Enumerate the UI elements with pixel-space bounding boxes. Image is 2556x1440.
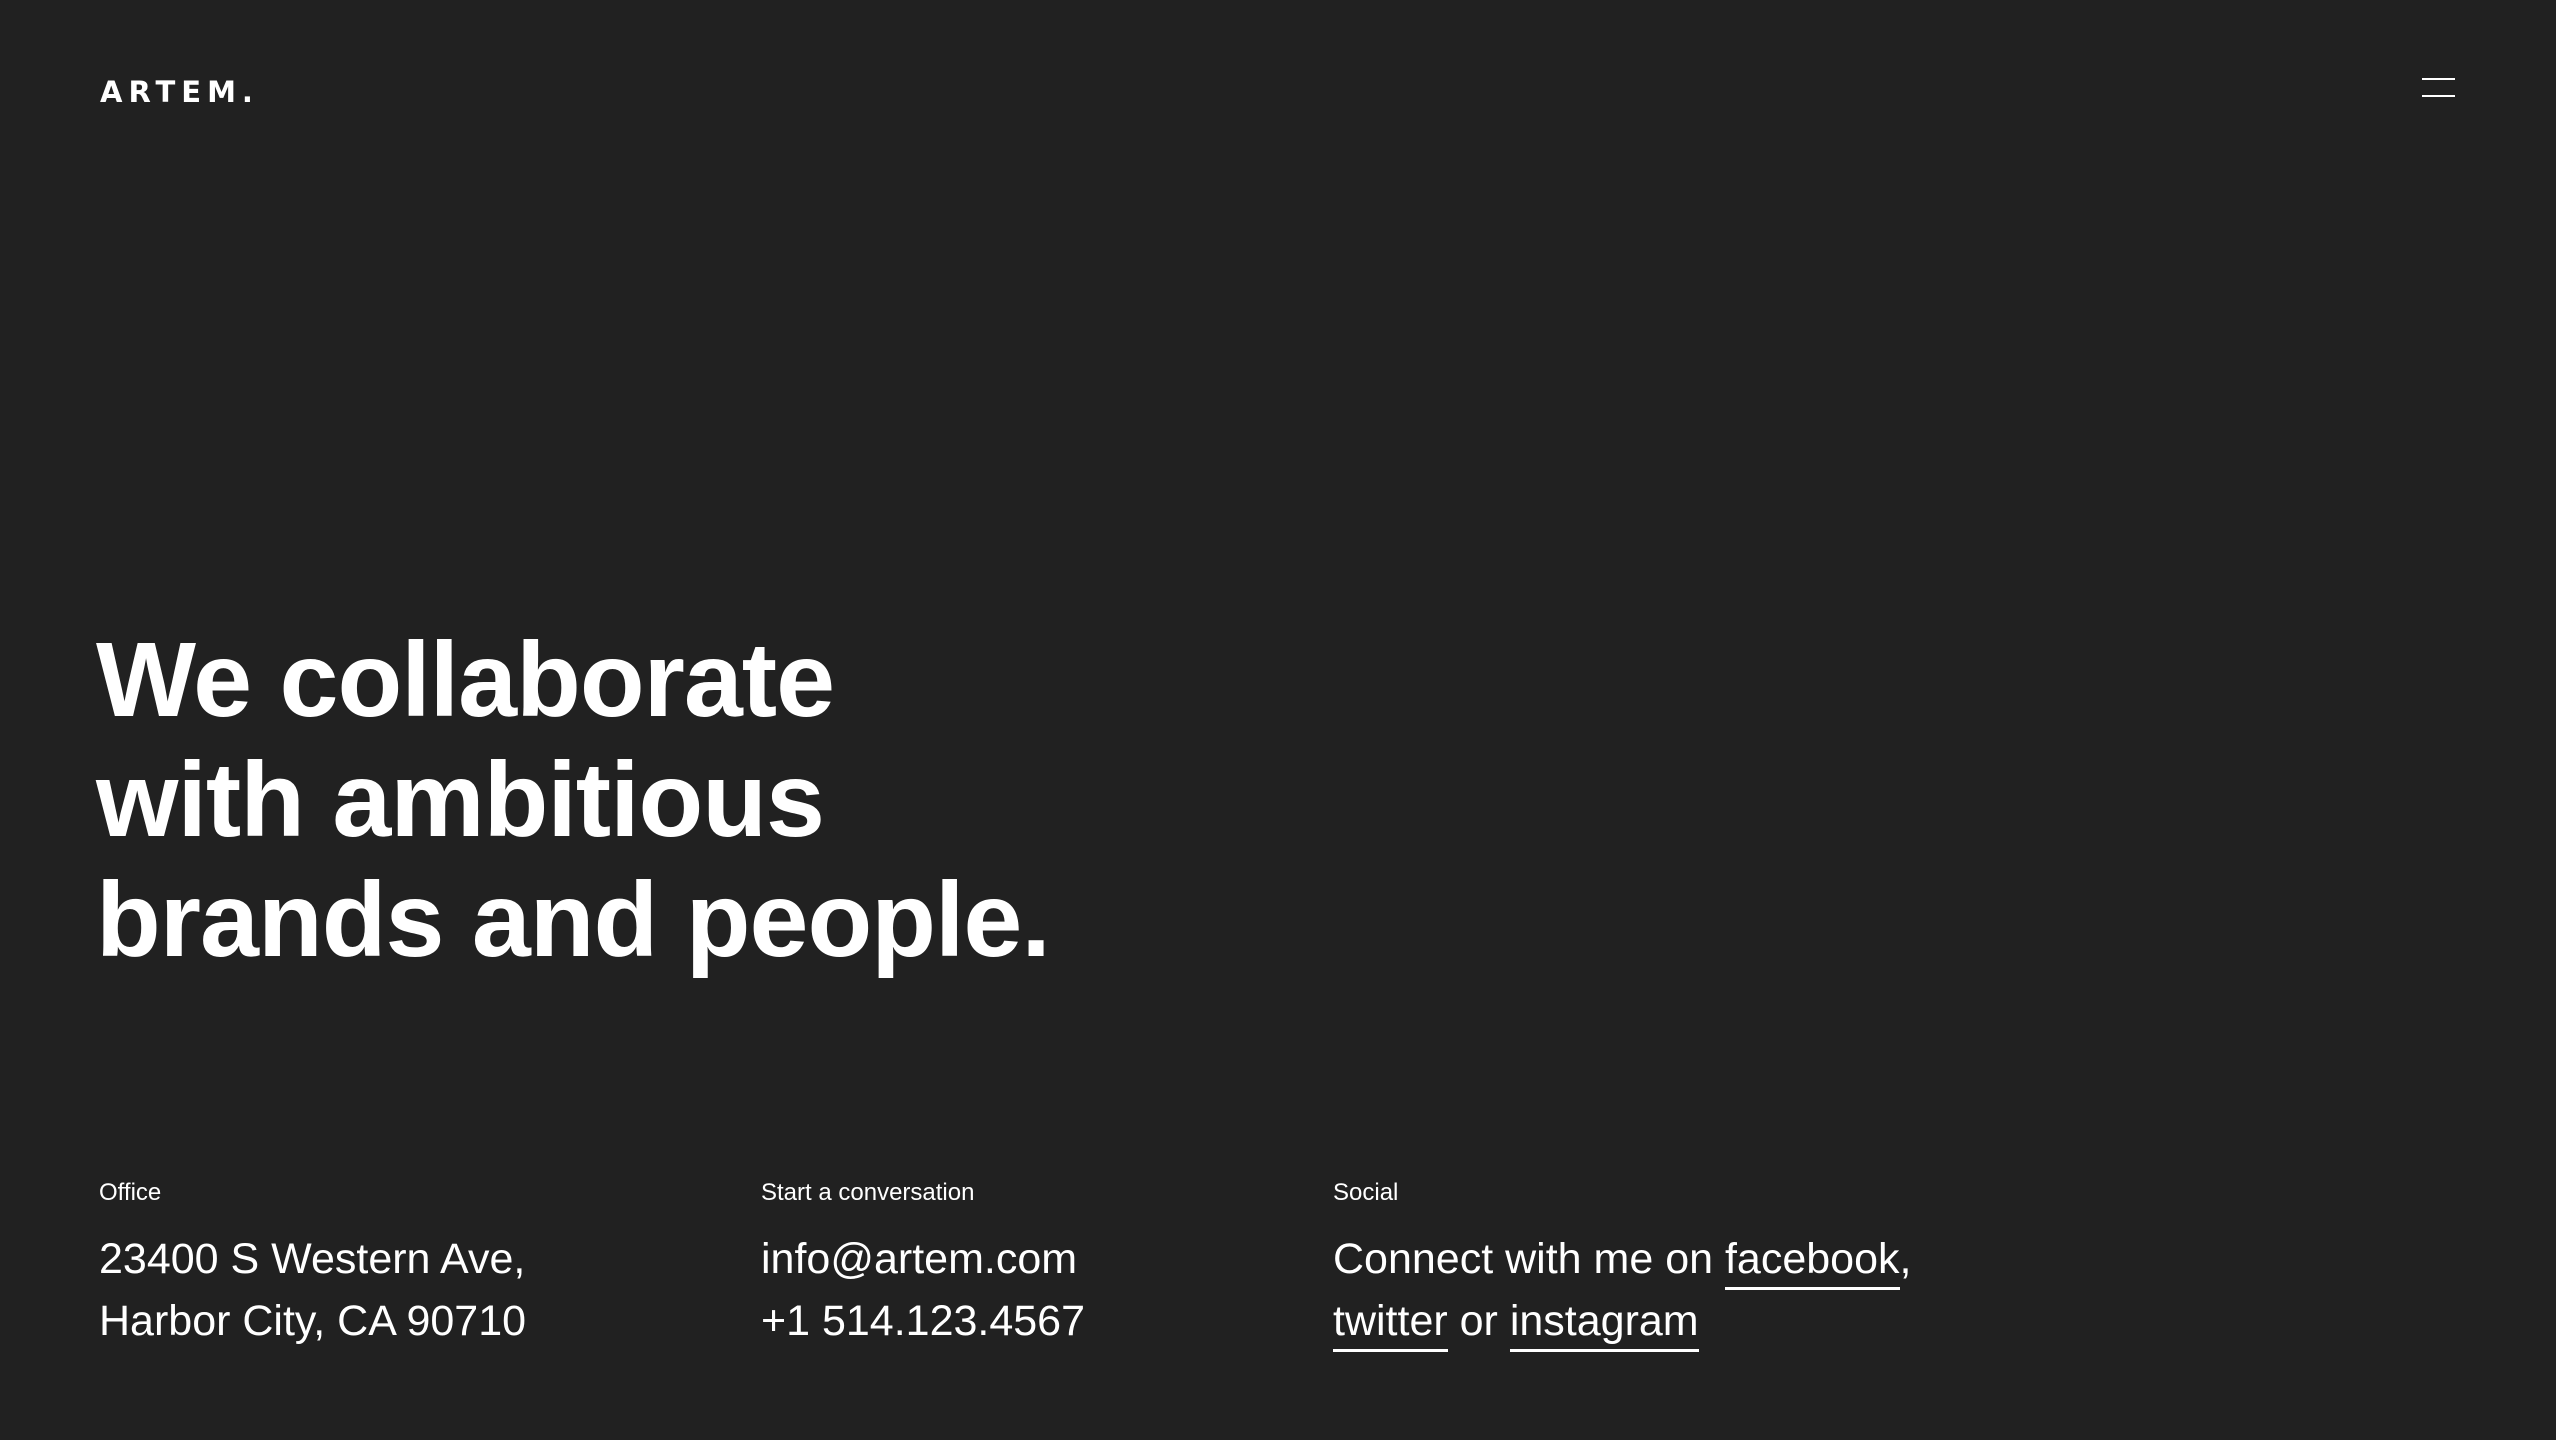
- menu-button[interactable]: [2410, 70, 2470, 110]
- twitter-link[interactable]: twitter: [1333, 1297, 1448, 1352]
- hero-headline: We collaborate with ambitious brands and…: [96, 620, 1051, 980]
- page: ARTEM. We collaborate with ambitious bra…: [0, 0, 2556, 1440]
- contact-label: Start a conversation: [761, 1179, 975, 1206]
- office-address-line-1: 23400 S Western Ave,: [99, 1235, 526, 1283]
- hero-line-1: We collaborate: [96, 621, 835, 739]
- social-line-2: twitter or instagram: [1333, 1290, 1911, 1352]
- social-line-1: Connect with me on facebook,: [1333, 1228, 1911, 1290]
- office-label: Office: [99, 1179, 162, 1206]
- hero-line-3: brands and people.: [96, 861, 1051, 979]
- social-section: Social Connect with me on facebook, twit…: [1333, 1178, 1911, 1352]
- social-comma: ,: [1899, 1235, 1912, 1283]
- social-intro-text: Connect with me on: [1333, 1235, 1725, 1283]
- email-link[interactable]: info@artem.com: [761, 1228, 1085, 1290]
- social-label: Social: [1333, 1179, 1399, 1206]
- phone-link[interactable]: +1 514.123.4567: [761, 1290, 1085, 1352]
- logo[interactable]: ARTEM.: [100, 74, 259, 110]
- hero-line-2: with ambitious: [96, 741, 825, 859]
- social-or-text: or: [1447, 1297, 1510, 1345]
- office-section: Office 23400 S Western Ave, Harbor City,…: [99, 1178, 526, 1352]
- office-address-line-2: Harbor City, CA 90710: [99, 1297, 527, 1345]
- instagram-link[interactable]: instagram: [1509, 1297, 1699, 1352]
- contact-section: Start a conversation info@artem.com +1 5…: [761, 1178, 1085, 1352]
- facebook-link[interactable]: facebook: [1724, 1235, 1900, 1290]
